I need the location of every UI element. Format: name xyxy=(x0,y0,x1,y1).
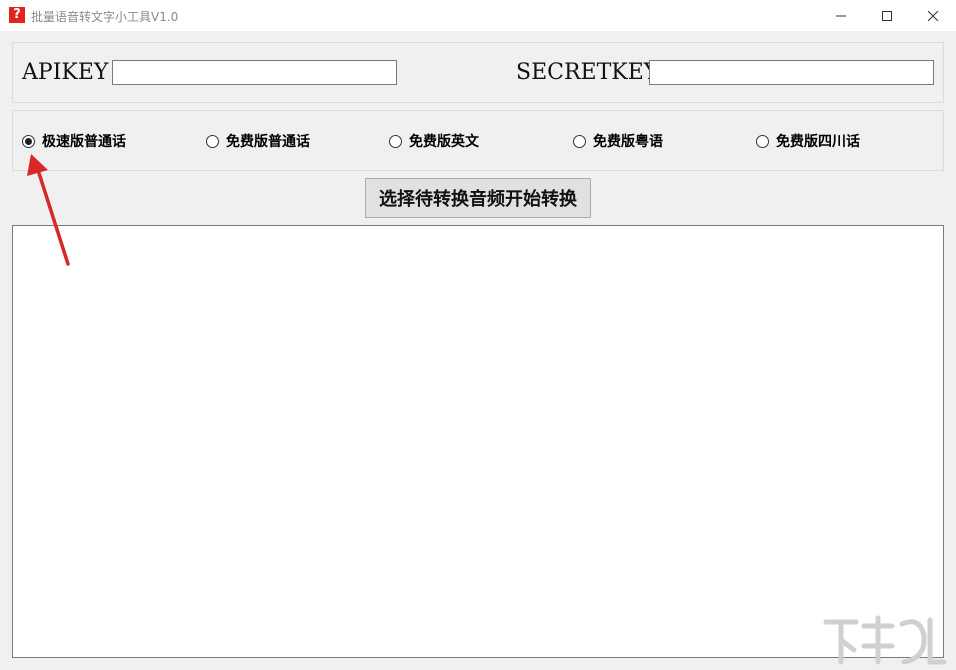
select-audio-convert-button[interactable]: 选择待转换音频开始转换 xyxy=(365,178,591,218)
radio-label: 免费版普通话 xyxy=(226,134,310,150)
radio-indicator[interactable] xyxy=(22,134,35,148)
minimize-button[interactable] xyxy=(818,0,864,31)
radio-label: 免费版粤语 xyxy=(593,134,663,150)
radio-label: 极速版普通话 xyxy=(42,134,126,150)
close-button[interactable] xyxy=(910,0,956,31)
output-textarea[interactable] xyxy=(12,225,944,658)
radio-mode-free-cantonese[interactable]: 免费版粤语 xyxy=(573,131,663,151)
radio-mode-free-mandarin[interactable]: 免费版普通话 xyxy=(206,131,310,151)
maximize-button[interactable] xyxy=(864,0,910,31)
maximize-icon xyxy=(882,10,892,21)
radio-mode-fast-mandarin[interactable]: 极速版普通话 xyxy=(22,131,126,151)
minimize-icon xyxy=(836,15,846,16)
radio-label: 免费版英文 xyxy=(409,134,479,150)
radio-indicator[interactable] xyxy=(206,134,219,148)
secretkey-input[interactable] xyxy=(649,60,934,85)
window-title: 批量语音转文字小工具V1.0 xyxy=(31,10,179,24)
radio-label: 免费版四川话 xyxy=(776,134,860,150)
title-bar: ? 批量语音转文字小工具V1.0 xyxy=(0,0,956,31)
close-icon xyxy=(928,10,938,21)
radio-indicator[interactable] xyxy=(573,134,586,148)
radio-indicator[interactable] xyxy=(756,134,769,148)
radio-mode-free-english[interactable]: 免费版英文 xyxy=(389,131,479,151)
radio-indicator[interactable] xyxy=(389,134,402,148)
secretkey-label: SECRETKEY xyxy=(516,60,659,85)
question-mark-icon: ? xyxy=(9,7,25,23)
apikey-input[interactable] xyxy=(112,60,397,85)
apikey-label: APIKEY xyxy=(22,60,109,85)
radio-mode-free-sichuanese[interactable]: 免费版四川话 xyxy=(756,131,860,151)
